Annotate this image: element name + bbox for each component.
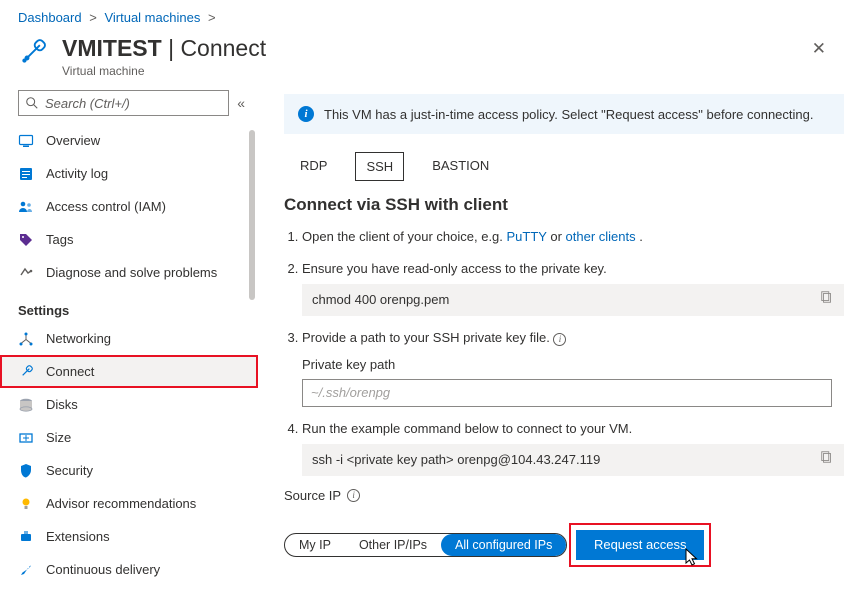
activity-log-icon <box>18 166 34 182</box>
extension-icon <box>18 529 34 545</box>
people-icon <box>18 199 34 215</box>
private-key-path-input[interactable] <box>302 379 832 407</box>
sidebar-item-tags[interactable]: Tags <box>0 223 258 256</box>
collapse-sidebar-icon[interactable]: « <box>237 95 245 111</box>
source-ip-label: Source IP i <box>284 488 844 503</box>
breadcrumb-link-vms[interactable]: Virtual machines <box>104 10 200 25</box>
connect-icon <box>18 35 50 67</box>
sidebar-item-advisor[interactable]: Advisor recommendations <box>0 487 258 520</box>
breadcrumb: Dashboard > Virtual machines > <box>0 0 852 29</box>
networking-icon <box>18 331 34 347</box>
resource-type-label: Virtual machine <box>62 64 266 78</box>
sidebar-item-disks[interactable]: Disks <box>0 388 258 421</box>
sidebar-item-networking[interactable]: Networking <box>0 322 258 355</box>
overview-icon <box>18 133 34 149</box>
sidebar-item-label: Disks <box>46 397 78 412</box>
sidebar-item-security[interactable]: Security <box>0 454 258 487</box>
info-banner-text: This VM has a just-in-time access policy… <box>324 107 813 122</box>
copy-icon[interactable] <box>820 450 834 470</box>
code-ssh: ssh -i <private key path> orenpg@104.43.… <box>302 444 844 476</box>
sidebar-item-label: Access control (IAM) <box>46 199 166 214</box>
page-header: VMITEST | Connect Virtual machine ✕ <box>0 29 852 90</box>
advisor-icon <box>18 496 34 512</box>
search-input[interactable]: Search (Ctrl+/) <box>18 90 229 116</box>
sidebar-item-label: Advisor recommendations <box>46 496 196 511</box>
sidebar-item-label: Tags <box>46 232 73 247</box>
connect-icon <box>18 364 34 380</box>
sidebar-item-label: Networking <box>46 331 111 346</box>
tab-ssh[interactable]: SSH <box>355 152 404 181</box>
tab-bastion[interactable]: BASTION <box>422 152 499 181</box>
page-title: VMITEST | Connect <box>62 35 266 62</box>
search-icon <box>25 96 39 110</box>
help-icon[interactable]: i <box>347 489 360 502</box>
sidebar-item-label: Size <box>46 430 71 445</box>
step-2: Ensure you have read-only access to the … <box>302 259 844 316</box>
diagnose-icon <box>18 265 34 281</box>
code-chmod: chmod 400 orenpg.pem <box>302 284 844 316</box>
sidebar-item-label: Extensions <box>46 529 110 544</box>
sidebar-item-overview[interactable]: Overview <box>0 124 258 157</box>
rocket-icon <box>18 562 34 578</box>
scrollbar-thumb[interactable] <box>249 130 255 300</box>
section-heading: Connect via SSH with client <box>284 195 844 215</box>
sidebar-item-label: Connect <box>46 364 94 379</box>
pill-all-configured[interactable]: All configured IPs <box>441 534 566 556</box>
step-3: Provide a path to your SSH private key f… <box>302 328 844 407</box>
link-putty[interactable]: PuTTY <box>507 229 547 244</box>
sidebar-item-connect[interactable]: Connect <box>0 355 258 388</box>
info-banner: i This VM has a just-in-time access poli… <box>284 94 844 134</box>
help-icon[interactable]: i <box>553 333 566 346</box>
info-icon: i <box>298 106 314 122</box>
sidebar-item-label: Diagnose and solve problems <box>46 265 217 280</box>
sidebar-item-iam[interactable]: Access control (IAM) <box>0 190 258 223</box>
tab-rdp[interactable]: RDP <box>290 152 337 181</box>
copy-icon[interactable] <box>820 290 834 310</box>
sidebar-item-size[interactable]: Size <box>0 421 258 454</box>
sidebar-item-label: Overview <box>46 133 100 148</box>
disks-icon <box>18 397 34 413</box>
shield-icon <box>18 463 34 479</box>
request-access-highlight: Request access <box>571 525 710 565</box>
step-4: Run the example command below to connect… <box>302 419 844 476</box>
sidebar-item-label: Activity log <box>46 166 108 181</box>
sidebar: Search (Ctrl+/) « Overview Activity log … <box>0 90 258 596</box>
main-content: i This VM has a just-in-time access poli… <box>258 90 852 596</box>
tag-icon <box>18 232 34 248</box>
sidebar-item-extensions[interactable]: Extensions <box>0 520 258 553</box>
sidebar-item-cd[interactable]: Continuous delivery <box>0 553 258 586</box>
sidebar-item-diagnose[interactable]: Diagnose and solve problems <box>0 256 258 289</box>
connect-tabs: RDP SSH BASTION <box>290 152 844 181</box>
chevron-right-icon: > <box>204 10 220 25</box>
sidebar-section-settings: Settings <box>0 289 258 322</box>
size-icon <box>18 430 34 446</box>
link-other-clients[interactable]: other clients <box>566 229 636 244</box>
pill-other-ip[interactable]: Other IP/IPs <box>345 534 441 556</box>
source-ip-toggle: My IP Other IP/IPs All configured IPs <box>284 533 567 557</box>
private-key-path-label: Private key path <box>302 355 844 375</box>
request-access-button[interactable]: Request access <box>576 530 705 560</box>
chevron-right-icon: > <box>85 10 101 25</box>
close-icon[interactable]: ✕ <box>804 35 834 63</box>
sidebar-item-activity-log[interactable]: Activity log <box>0 157 258 190</box>
breadcrumb-link-dashboard[interactable]: Dashboard <box>18 10 82 25</box>
sidebar-item-label: Security <box>46 463 93 478</box>
step-1: Open the client of your choice, e.g. PuT… <box>302 227 844 247</box>
sidebar-item-label: Continuous delivery <box>46 562 160 577</box>
pill-my-ip[interactable]: My IP <box>285 534 345 556</box>
